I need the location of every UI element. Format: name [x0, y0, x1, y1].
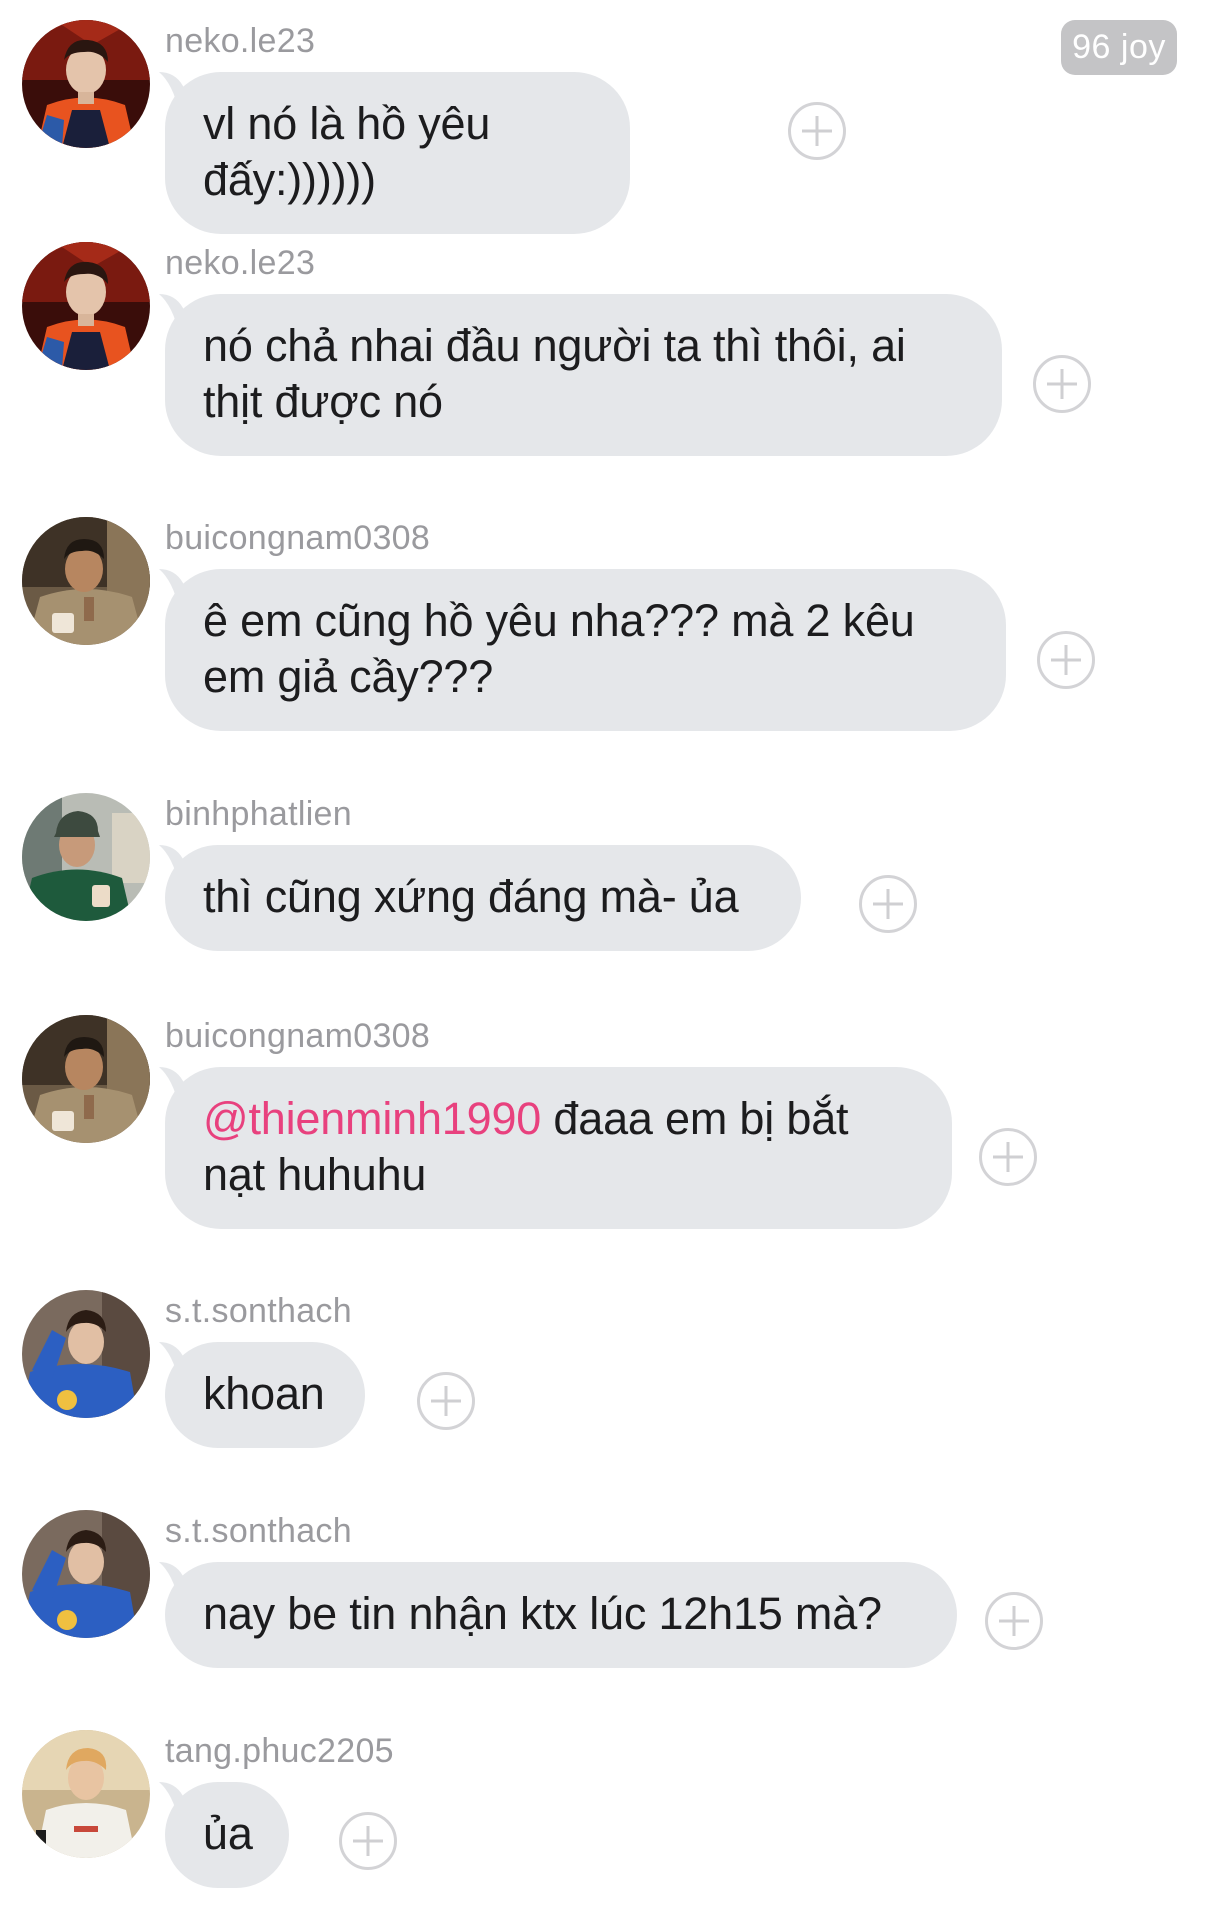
username[interactable]: s.t.sonthach — [165, 1512, 352, 1551]
plus-circle-icon[interactable] — [788, 102, 846, 160]
plus-circle-icon[interactable] — [859, 875, 917, 933]
message-bubble-wrap: ê em cũng hồ yêu nha??? mà 2 kêu em giả … — [159, 569, 1006, 731]
username[interactable]: binhphatlien — [165, 795, 352, 834]
message-bubble[interactable]: ê em cũng hồ yêu nha??? mà 2 kêu em giả … — [165, 569, 1006, 731]
plus-circle-icon[interactable] — [1033, 355, 1091, 413]
avatar-buicongnam0308-icon[interactable] — [22, 1015, 150, 1143]
message-bubble[interactable]: nay be tin nhận ktx lúc 12h15 mà? — [165, 1562, 957, 1668]
avatar-s-t-sonthach-icon[interactable] — [22, 1290, 150, 1418]
message-bubble-wrap: @thienminh1990 đaaa em bị bắt nạt huhuhu — [159, 1067, 952, 1229]
message-bubble-wrap: ủa — [159, 1782, 289, 1888]
plus-circle-icon[interactable] — [1037, 631, 1095, 689]
avatar-s-t-sonthach-icon[interactable] — [22, 1510, 150, 1638]
username[interactable]: tang.phuc2205 — [165, 1732, 394, 1771]
message-bubble-wrap: thì cũng xứng đáng mà- ủa — [159, 845, 801, 951]
username[interactable]: s.t.sonthach — [165, 1292, 352, 1331]
avatar-neko-le23-icon[interactable] — [22, 242, 150, 370]
plus-circle-icon[interactable] — [417, 1372, 475, 1430]
username[interactable]: neko.le23 — [165, 22, 315, 61]
avatar-buicongnam0308-icon[interactable] — [22, 517, 150, 645]
message-bubble[interactable]: vl nó là hồ yêu đấy:)))))) — [165, 72, 630, 234]
message-bubble-wrap: vl nó là hồ yêu đấy:)))))) — [159, 72, 630, 234]
message-bubble: @thienminh1990 đaaa em bị bắt nạt huhuhu — [165, 1067, 952, 1229]
message-bubble[interactable]: nó chả nhai đầu người ta thì thôi, ai th… — [165, 294, 1002, 456]
message-bubble-wrap: khoan — [159, 1342, 365, 1448]
plus-circle-icon[interactable] — [985, 1592, 1043, 1650]
avatar-tang-phuc2205-icon[interactable] — [22, 1730, 150, 1858]
avatar-neko-le23-icon[interactable] — [22, 20, 150, 148]
joy-badge[interactable]: 96 joy — [1061, 20, 1177, 75]
message-bubble[interactable]: khoan — [165, 1342, 365, 1448]
plus-circle-icon[interactable] — [979, 1128, 1037, 1186]
message-bubble-wrap: nay be tin nhận ktx lúc 12h15 mà? — [159, 1562, 957, 1668]
username[interactable]: buicongnam0308 — [165, 519, 430, 558]
avatar-binhphatlien-icon[interactable] — [22, 793, 150, 921]
message-bubble[interactable]: thì cũng xứng đáng mà- ủa — [165, 845, 801, 951]
message-bubble[interactable]: ủa — [165, 1782, 289, 1888]
user-mention-link[interactable]: @thienminh1990 — [203, 1093, 541, 1144]
username[interactable]: neko.le23 — [165, 244, 315, 283]
message-bubble-wrap: nó chả nhai đầu người ta thì thôi, ai th… — [159, 294, 1002, 456]
plus-circle-icon[interactable] — [339, 1812, 397, 1870]
username[interactable]: buicongnam0308 — [165, 1017, 430, 1056]
